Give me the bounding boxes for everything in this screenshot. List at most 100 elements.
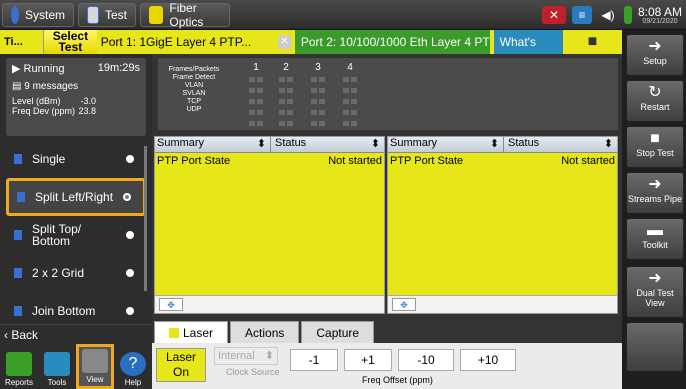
level-value: -3.0 bbox=[80, 96, 96, 106]
reports-label: Reports bbox=[4, 378, 33, 387]
view-split-left-right[interactable]: Split Left/Right bbox=[6, 178, 146, 216]
messages-count: 9 messages bbox=[24, 81, 79, 92]
toolkit-label: Toolkit bbox=[642, 240, 668, 250]
view-item-label: Join Bottom bbox=[32, 304, 96, 318]
whats-this-button[interactable]: What's This? bbox=[493, 30, 563, 73]
frame-label: VLAN bbox=[184, 82, 204, 89]
tools-button[interactable]: Tools bbox=[38, 344, 76, 389]
laser-on-button[interactable]: Laser On bbox=[156, 348, 206, 382]
led-group bbox=[276, 75, 296, 130]
dual-test-view-button[interactable]: ➜ Dual Test View bbox=[626, 266, 684, 318]
stop-test-button[interactable]: ■ Stop Test bbox=[626, 126, 684, 168]
freq-minus-1-button[interactable]: -1 bbox=[290, 349, 338, 371]
clock: 8:08 AM 09/21/2020 bbox=[638, 6, 682, 25]
view-button[interactable]: View bbox=[76, 344, 114, 389]
freq-plus-10-button[interactable]: +10 bbox=[460, 349, 516, 371]
expand-icon[interactable]: ✥ bbox=[392, 298, 416, 311]
status-select[interactable]: Status ⬍ bbox=[504, 137, 617, 152]
help-label: Help bbox=[124, 378, 142, 387]
summary-label: Summary bbox=[390, 137, 438, 149]
help-icon: ? bbox=[120, 352, 146, 376]
view-2x2-grid[interactable]: 2 x 2 Grid bbox=[6, 254, 146, 292]
test-indicator[interactable]: Ti... bbox=[0, 36, 44, 48]
close-icon[interactable]: ✕ bbox=[277, 35, 291, 49]
result-row: PTP Port State Not started bbox=[155, 153, 384, 167]
setup-label: Setup bbox=[643, 56, 667, 66]
top-bar: System Test Fiber Optics ✕ ≡ ◀) 8:08 AM … bbox=[0, 0, 686, 30]
freq-minus-10-button[interactable]: -10 bbox=[398, 349, 454, 371]
toolkit-button[interactable]: ▬ Toolkit bbox=[626, 218, 684, 260]
port2-tab[interactable]: Port 2: 10/100/1000 Eth Layer 4 PTP... bbox=[294, 30, 490, 54]
view-item-label: Split Top/ Bottom bbox=[32, 222, 82, 248]
battery-icon bbox=[623, 6, 632, 24]
dropdown-icon: ⬍ bbox=[603, 138, 613, 150]
results-area: Frames/Packets Frame Detect VLAN SVLAN T… bbox=[152, 54, 622, 389]
tab-laser[interactable]: Laser bbox=[154, 321, 229, 343]
frame-label: Frames/Packets bbox=[168, 66, 220, 73]
frame-column-number: 4 bbox=[347, 62, 353, 73]
network-icon[interactable]: ≡ bbox=[571, 6, 592, 24]
clock-source-value: Internal bbox=[218, 350, 255, 362]
select-test-button[interactable]: Select Test bbox=[43, 30, 97, 54]
help-button[interactable]: ? Help bbox=[114, 344, 152, 389]
view-single[interactable]: Single bbox=[6, 140, 146, 178]
status-select[interactable]: Status ⬍ bbox=[271, 137, 384, 152]
speaker-icon[interactable]: ◀) bbox=[598, 6, 618, 24]
stop-icon: ■ bbox=[650, 130, 660, 147]
tab-fiber-optics[interactable]: Fiber Optics bbox=[140, 1, 230, 29]
dropdown-icon: ⬍ bbox=[370, 138, 380, 150]
frame-labels: Frames/Packets Frame Detect VLAN SVLAN T… bbox=[164, 66, 224, 114]
clock-source-select[interactable]: Internal ⬍ bbox=[214, 347, 278, 365]
streams-pipe-button[interactable]: ➜ Streams Pipe bbox=[626, 172, 684, 214]
result-pane-right: Summary ⬍ Status ⬍ PTP Port State Not st… bbox=[387, 136, 618, 314]
view-split-top-bottom[interactable]: Split Top/ Bottom bbox=[6, 216, 146, 254]
view-label: View bbox=[86, 375, 104, 384]
dropdown-icon: ⬍ bbox=[256, 138, 266, 150]
dual-test-view-label: Dual Test View bbox=[636, 288, 674, 308]
menu-scrollbar[interactable] bbox=[144, 146, 147, 291]
pane-header: Summary ⬍ Status ⬍ bbox=[155, 137, 384, 153]
frame-column: 1 bbox=[246, 62, 266, 130]
tools-label: Tools bbox=[47, 378, 67, 387]
arrow-right-icon: ➜ bbox=[648, 176, 662, 193]
alarm-icon[interactable]: ✕ bbox=[541, 6, 566, 24]
result-value: Not started bbox=[561, 155, 615, 167]
tab-test[interactable]: Test bbox=[78, 3, 136, 27]
led-group bbox=[340, 75, 360, 130]
tab-system-label: System bbox=[24, 8, 65, 22]
run-status: ▶ Running 19m:29s bbox=[6, 58, 146, 75]
gear-icon bbox=[11, 6, 19, 24]
expand-icon[interactable]: ✥ bbox=[159, 298, 183, 311]
restart-button[interactable]: ↻ Restart bbox=[626, 80, 684, 122]
bottom-tabs: Laser Actions Capture bbox=[152, 319, 622, 343]
clock-time: 8:08 AM bbox=[637, 4, 682, 19]
run-state: Running bbox=[23, 63, 65, 75]
back-button[interactable]: ‹ Back bbox=[0, 324, 152, 344]
port-bar: Ti... Select Test Port 1: 1GigE Layer 4 … bbox=[0, 30, 622, 73]
reports-button[interactable]: Reports bbox=[0, 344, 38, 389]
split-lr-icon bbox=[17, 192, 25, 202]
level-row: Level (dBm) -3.0 bbox=[6, 96, 146, 106]
radio-icon bbox=[126, 307, 134, 315]
system-tray: ✕ ≡ ◀) 8:08 AM 09/21/2020 bbox=[541, 0, 686, 30]
pane-footer: ✥ bbox=[388, 295, 617, 313]
messages-row[interactable]: ▤ 9 messages bbox=[6, 81, 146, 92]
frame-label: TCP bbox=[187, 98, 201, 105]
tab-actions[interactable]: Actions bbox=[230, 321, 300, 343]
freq-offset-label: Freq Offset (ppm) bbox=[362, 375, 433, 385]
setup-button[interactable]: ➜ Setup bbox=[626, 34, 684, 76]
camera-icon[interactable]: ■ bbox=[562, 30, 622, 54]
summary-select[interactable]: Summary ⬍ bbox=[388, 137, 504, 152]
restart-label: Restart bbox=[640, 102, 670, 112]
tab-test-label: Test bbox=[104, 8, 127, 22]
tab-capture[interactable]: Capture bbox=[301, 321, 375, 343]
tab-system[interactable]: System bbox=[2, 3, 74, 27]
freq-plus-1-button[interactable]: +1 bbox=[344, 349, 392, 371]
radio-icon bbox=[126, 155, 134, 163]
status-box: ▶ Running 19m:29s ▤ 9 messages Level (dB… bbox=[6, 58, 146, 136]
port1-tab[interactable]: Port 1: 1GigE Layer 4 PTP... bbox=[97, 35, 278, 49]
result-row: PTP Port State Not started bbox=[388, 153, 617, 167]
clock-date: 09/21/2020 bbox=[642, 17, 678, 25]
summary-select[interactable]: Summary ⬍ bbox=[155, 137, 271, 152]
view-item-label: Split Left/Right bbox=[35, 190, 114, 204]
